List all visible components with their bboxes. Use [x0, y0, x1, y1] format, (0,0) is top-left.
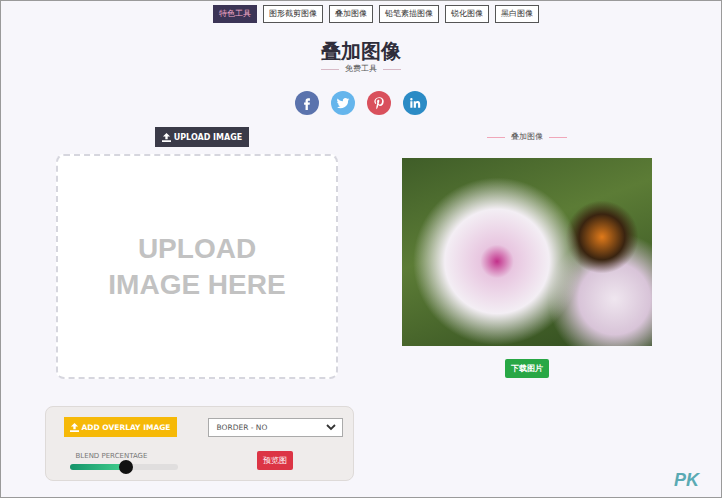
upload-icon: [162, 133, 171, 142]
nav-button[interactable]: 黑白图像: [495, 5, 539, 23]
add-overlay-button[interactable]: ADD OVERLAY IMAGE: [64, 417, 177, 437]
border-select[interactable]: BORDER - NO: [208, 418, 343, 437]
twitter-icon[interactable]: [331, 91, 355, 115]
workspace: UPLOAD IMAGE UPLOAD IMAGE HERE ADD OVERLAY…: [1, 127, 721, 481]
linkedin-icon[interactable]: [403, 91, 427, 115]
result-photo: [402, 158, 652, 346]
nav-button[interactable]: 铅笔素描图像: [379, 5, 439, 23]
nav-button[interactable]: 锐化图像: [445, 5, 489, 23]
top-nav: 特色工具图形截剪图像叠加图像铅笔素描图像锐化图像黑白图像: [1, 1, 721, 23]
nav-button[interactable]: 特色工具: [213, 5, 257, 23]
chevron-down-icon: [326, 424, 336, 431]
nav-button[interactable]: 叠加图像: [329, 5, 373, 23]
watermark: PK: [674, 470, 699, 491]
blend-label: BLEND PERCENTAGE: [70, 452, 178, 460]
page-subtitle: 免费工具: [1, 64, 721, 74]
controls-panel: ADD OVERLAY IMAGE BORDER - NO BLEND PERCEN…: [45, 406, 354, 481]
right-column: 叠加图像下载图片: [362, 127, 692, 481]
result-label: 叠加图像: [487, 132, 567, 142]
blend-control: BLEND PERCENTAGE: [70, 452, 178, 470]
slider-fill: [70, 464, 126, 470]
upload-image-button[interactable]: UPLOAD IMAGE: [155, 127, 250, 147]
upload-dropzone[interactable]: UPLOAD IMAGE HERE: [56, 154, 338, 379]
upload-icon: [70, 423, 79, 432]
slider-thumb[interactable]: [119, 460, 133, 474]
preview-button[interactable]: 预览图: [257, 451, 293, 470]
share-bar: [1, 91, 721, 115]
facebook-icon[interactable]: [295, 91, 319, 115]
blend-slider[interactable]: [70, 464, 178, 470]
page-title: 叠加图像: [1, 38, 721, 64]
left-column: UPLOAD IMAGE UPLOAD IMAGE HERE ADD OVERLAY…: [44, 127, 354, 481]
dropzone-text: UPLOAD IMAGE HERE: [97, 231, 297, 303]
nav-button[interactable]: 图形截剪图像: [263, 5, 323, 23]
pinterest-icon[interactable]: [367, 91, 391, 115]
download-button[interactable]: 下载图片: [505, 359, 549, 378]
page: 特色工具图形截剪图像叠加图像铅笔素描图像锐化图像黑白图像叠加图像免费工具UPLO…: [0, 0, 722, 498]
